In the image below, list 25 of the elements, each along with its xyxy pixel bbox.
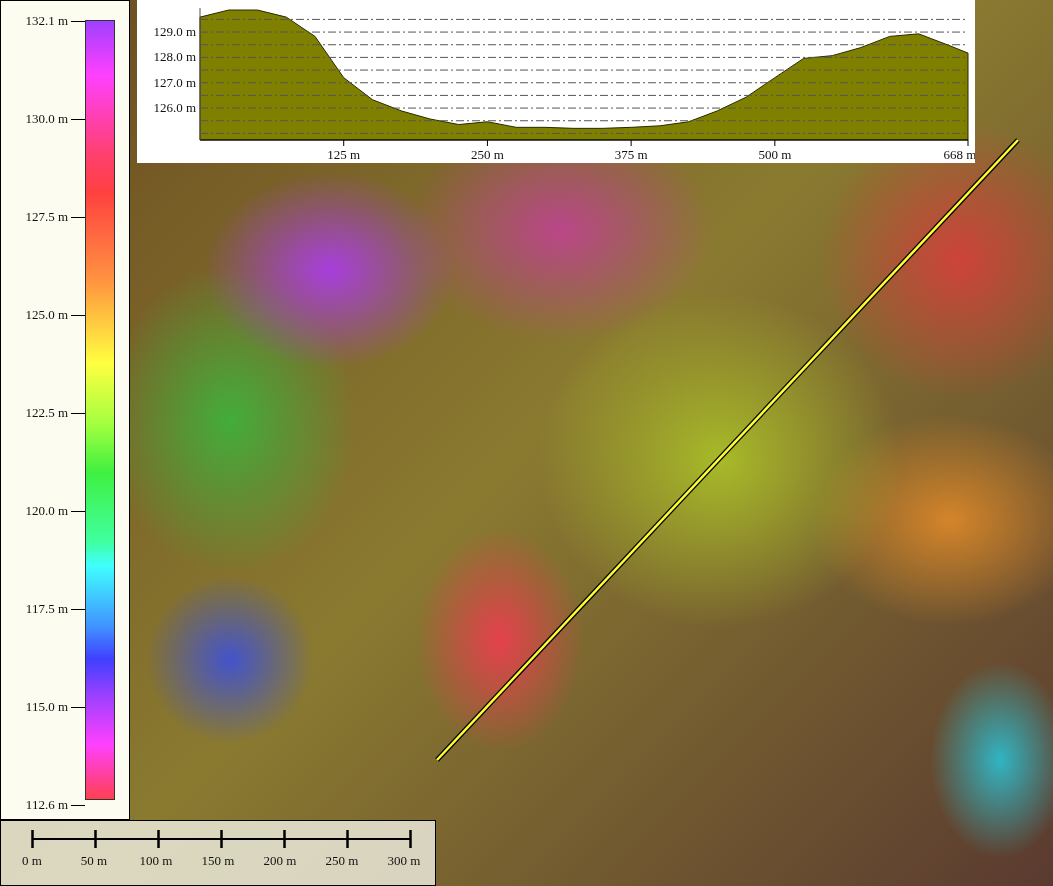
legend-label: 115.0 m bbox=[25, 699, 68, 715]
x-axis-label: 500 m bbox=[758, 147, 792, 162]
legend-label: 130.0 m bbox=[25, 111, 68, 127]
scale-label: 200 m bbox=[262, 853, 298, 869]
y-axis-label: 129.0 m bbox=[153, 24, 196, 40]
y-axis-label: 126.0 m bbox=[153, 100, 196, 116]
scale-label: 250 m bbox=[324, 853, 360, 869]
x-axis-label: 250 m bbox=[471, 147, 504, 162]
legend-label: 125.0 m bbox=[25, 307, 68, 323]
x-axis-label: 375 m bbox=[614, 147, 648, 162]
y-axis-label: 127.0 m bbox=[153, 74, 196, 90]
legend-label: 127.5 m bbox=[25, 209, 68, 225]
scale-label: 100 m bbox=[138, 853, 174, 869]
scale-label: 300 m bbox=[386, 853, 422, 869]
legend-label: 112.6 m bbox=[25, 797, 68, 813]
y-axis-label: 128.0 m bbox=[153, 49, 196, 65]
legend-label: 132.1 m bbox=[25, 13, 68, 29]
scale-label: 50 m bbox=[79, 853, 109, 869]
legend-label: 122.5 m bbox=[25, 405, 68, 421]
legend-label: 117.5 m bbox=[25, 601, 68, 617]
x-axis-label: 125 m bbox=[327, 147, 361, 162]
scale-label: 150 m bbox=[200, 853, 236, 869]
profile-line[interactable] bbox=[435, 138, 1020, 762]
legend-label: 120.0 m bbox=[25, 503, 68, 519]
scale-label: 0 m bbox=[21, 853, 43, 869]
